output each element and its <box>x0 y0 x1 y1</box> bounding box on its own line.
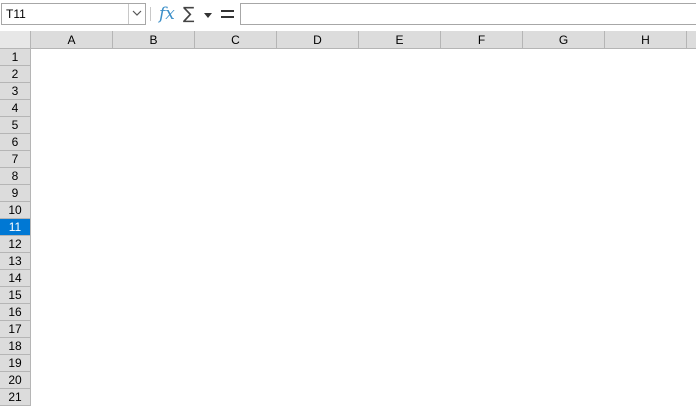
row-header-18[interactable]: 18 <box>0 338 31 355</box>
row-header-5[interactable]: 5 <box>0 117 31 134</box>
function-wizard-button[interactable]: 𝑓𝑥 <box>156 3 178 25</box>
chevron-down-icon <box>132 10 142 16</box>
row-header-15[interactable]: 15 <box>0 287 31 304</box>
row-header-1[interactable]: 1 <box>0 49 31 66</box>
row-header-9[interactable]: 9 <box>0 185 31 202</box>
row-header-12[interactable]: 12 <box>0 236 31 253</box>
equals-icon <box>221 10 234 18</box>
row-header-19[interactable]: 19 <box>0 355 31 372</box>
row-header-6[interactable]: 6 <box>0 134 31 151</box>
row-header-8[interactable]: 8 <box>0 168 31 185</box>
column-header-g[interactable]: G <box>523 31 605 49</box>
formula-bar: T11 𝑓𝑥 ∑ <box>0 0 696 31</box>
row-header-13[interactable]: 13 <box>0 253 31 270</box>
row-header-10[interactable]: 10 <box>0 202 31 219</box>
row-header-14[interactable]: 14 <box>0 270 31 287</box>
row-header-7[interactable]: 7 <box>0 151 31 168</box>
row-header-11[interactable]: 11 <box>0 219 31 236</box>
select-all-corner[interactable] <box>0 31 31 49</box>
formula-button[interactable] <box>218 3 238 25</box>
column-header-e[interactable]: E <box>359 31 441 49</box>
name-box-value: T11 <box>6 7 26 21</box>
row-header-4[interactable]: 4 <box>0 100 31 117</box>
column-header-h[interactable]: H <box>605 31 687 49</box>
sum-button[interactable]: ∑ <box>181 3 201 25</box>
column-header-f[interactable]: F <box>441 31 523 49</box>
column-header-b[interactable]: B <box>113 31 195 49</box>
row-header-20[interactable]: 20 <box>0 372 31 389</box>
triangle-down-icon <box>204 13 212 18</box>
row-header-21[interactable]: 21 <box>0 389 31 406</box>
sum-dropdown-button[interactable] <box>201 3 215 25</box>
name-box[interactable]: T11 <box>1 3 146 25</box>
column-header-a[interactable]: A <box>31 31 113 49</box>
column-header-partial[interactable] <box>687 31 696 49</box>
row-header-16[interactable]: 16 <box>0 304 31 321</box>
row-header-3[interactable]: 3 <box>0 83 31 100</box>
name-box-dropdown-button[interactable] <box>128 4 145 24</box>
column-header-d[interactable]: D <box>277 31 359 49</box>
sum-icon: ∑ <box>183 4 195 24</box>
column-header-c[interactable]: C <box>195 31 277 49</box>
row-header-17[interactable]: 17 <box>0 321 31 338</box>
function-icon: 𝑓𝑥 <box>159 4 175 24</box>
spreadsheet-grid[interactable]: ABCDEFGH 1 2 3 4 5 6 7 8 9 10 11 12 13 14 15 16 17 18 19 20… <box>0 31 696 414</box>
row-header-2[interactable]: 2 <box>0 66 31 83</box>
formula-input[interactable] <box>240 3 696 25</box>
toolbar-separator <box>150 7 151 21</box>
spreadsheet-app: T11 𝑓𝑥 ∑ AB C D E F G H 1 2 3 4 5 6 7 8 … <box>0 0 696 414</box>
